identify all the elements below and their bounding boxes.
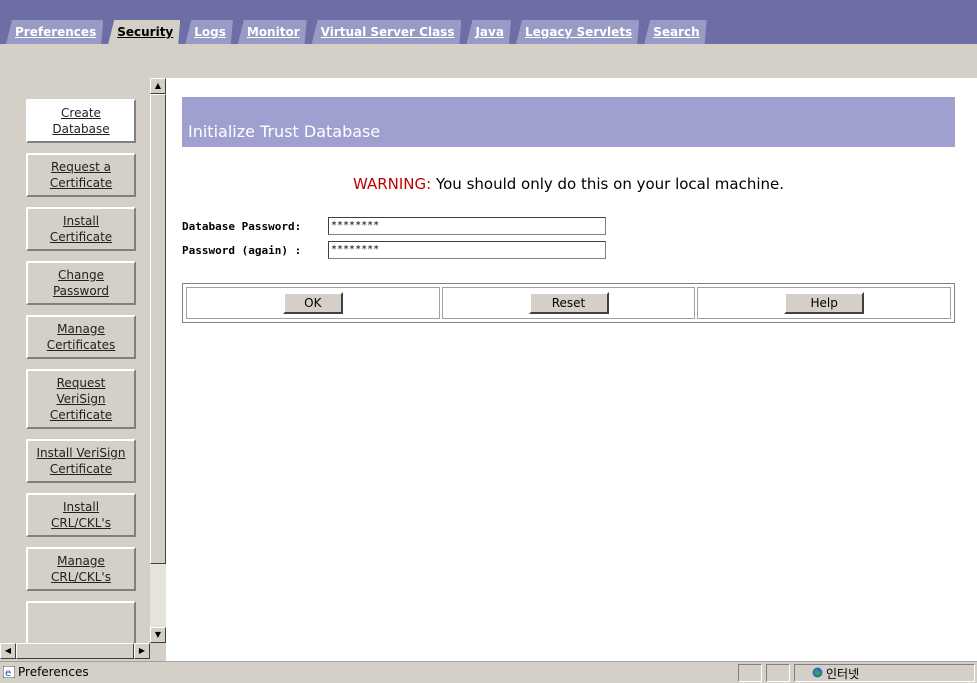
help-button[interactable]: Help	[784, 292, 865, 314]
tab-monitor[interactable]: Monitor	[238, 20, 307, 44]
warning-label: WARNING:	[352, 175, 432, 193]
password-again-label: Password (again) :	[182, 243, 302, 257]
status-bar: e Preferences 인터넷	[0, 661, 977, 683]
sidebar: Create Database Request a Certificate In…	[26, 99, 142, 655]
zone-text: 인터넷	[826, 667, 860, 681]
sidebar-item-install-crl-ckl[interactable]: Install CRL/CKL's	[26, 493, 136, 537]
reset-button[interactable]: Reset	[528, 292, 609, 314]
tab-list: Preferences Security Logs Monitor Virtua…	[6, 20, 712, 44]
scroll-down-arrow-icon[interactable]: ▼	[150, 627, 166, 643]
globe-icon	[812, 667, 823, 678]
sidebar-item-manage-crl-ckl[interactable]: Manage CRL/CKL's	[26, 547, 136, 591]
horizontal-scroll-thumb[interactable]	[16, 643, 134, 659]
button-cell: Help	[697, 287, 952, 319]
warning-message: WARNING: You should only do this on your…	[182, 175, 955, 193]
tab-search[interactable]: Search	[644, 20, 706, 44]
tab-content-strip	[0, 44, 977, 78]
sidebar-item-manage-certificates[interactable]: Manage Certificates	[26, 315, 136, 359]
sidebar-item-request-certificate[interactable]: Request a Certificate	[26, 153, 136, 197]
sidebar-item-request-verisign-certificate[interactable]: Request VeriSign Certificate	[26, 369, 136, 429]
warning-text: You should only do this on your local ma…	[431, 175, 785, 193]
main-content: Initialize Trust Database WARNING: You s…	[166, 78, 977, 661]
tab-security[interactable]: Security	[108, 20, 180, 44]
scroll-right-arrow-icon[interactable]: ▶	[134, 643, 150, 659]
status-text: Preferences	[18, 665, 89, 679]
page-icon: e	[3, 666, 15, 678]
vertical-scroll-thumb[interactable]	[150, 94, 166, 564]
svg-text:e: e	[5, 668, 11, 678]
tab-java[interactable]: Java	[466, 20, 510, 44]
tab-virtual-server-class[interactable]: Virtual Server Class	[312, 20, 462, 44]
scrollbar-corner	[150, 643, 166, 659]
database-password-label: Database Password:	[182, 219, 302, 233]
scroll-left-arrow-icon[interactable]: ◀	[0, 643, 16, 659]
tab-preferences[interactable]: Preferences	[6, 20, 103, 44]
sidebar-item-install-verisign-certificate[interactable]: Install VeriSign Certificate	[26, 439, 136, 483]
page-header: Initialize Trust Database	[182, 97, 955, 147]
sidebar-item-partial[interactable]	[26, 601, 136, 645]
sidebar-item-install-certificate[interactable]: Install Certificate	[26, 207, 136, 251]
status-panel	[738, 664, 762, 682]
button-bar: OK Reset Help	[182, 283, 955, 323]
scroll-up-arrow-icon[interactable]: ▲	[150, 78, 166, 94]
password-again-field[interactable]: ********	[328, 241, 606, 259]
sidebar-item-change-password[interactable]: Change Password	[26, 261, 136, 305]
password-form: Database Password: ******** Password (ag…	[182, 214, 606, 262]
page-title: Initialize Trust Database	[188, 122, 381, 141]
horizontal-scrollbar[interactable]: ◀ ▶	[0, 643, 150, 659]
ok-button[interactable]: OK	[282, 292, 343, 314]
tab-legacy-servlets[interactable]: Legacy Servlets	[516, 20, 639, 44]
top-tab-bar: Preferences Security Logs Monitor Virtua…	[0, 0, 977, 44]
tab-logs[interactable]: Logs	[185, 20, 233, 44]
left-nav-frame: Create Database Request a Certificate In…	[0, 78, 166, 661]
database-password-field[interactable]: ********	[328, 217, 606, 235]
status-panel	[766, 664, 790, 682]
form-row: Password (again) : ********	[182, 238, 606, 262]
sidebar-item-create-database[interactable]: Create Database	[26, 99, 136, 143]
button-cell: OK	[186, 287, 440, 319]
form-row: Database Password: ********	[182, 214, 606, 238]
button-cell: Reset	[441, 287, 696, 319]
vertical-scrollbar[interactable]: ▲ ▼	[150, 78, 166, 643]
